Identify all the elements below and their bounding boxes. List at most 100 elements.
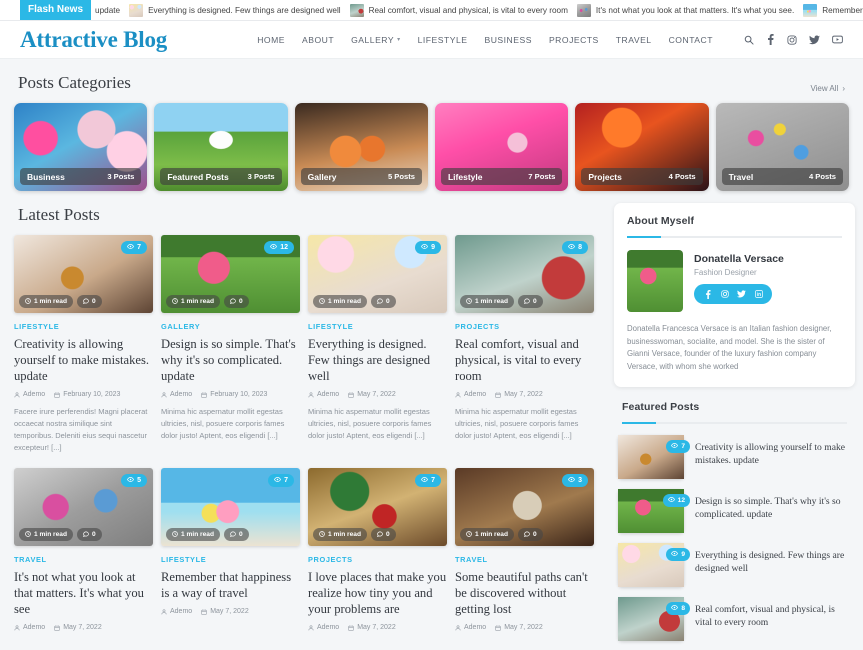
post-thumbnail[interactable]: 121 min read0 bbox=[161, 235, 300, 313]
nav-item-label: ABOUT bbox=[302, 35, 334, 45]
about-author-info: Donatella Versace Fashion Designer bbox=[694, 250, 784, 312]
post-title[interactable]: Design is so simple. That's why it's so … bbox=[161, 336, 300, 384]
nav-items: HOME ABOUT GALLERY▾ LIFESTYLE BUSINESS PROJEC… bbox=[257, 35, 713, 45]
category-card[interactable]: Gallery5 Posts bbox=[295, 103, 428, 191]
eye-icon bbox=[421, 476, 428, 485]
view-all-link[interactable]: View All › bbox=[810, 84, 845, 93]
post-card[interactable]: 121 min read0 GALLERY Design is so simple.… bbox=[161, 235, 300, 454]
featured-header: Featured Posts bbox=[618, 401, 851, 424]
facebook-icon[interactable] bbox=[699, 287, 716, 301]
post-thumbnail[interactable]: 31 min read0 bbox=[455, 468, 594, 546]
post-thumbnail[interactable]: 51 min read0 bbox=[14, 468, 153, 546]
author-name: Ademo bbox=[464, 391, 486, 398]
ticker-item-text: Everything is designed. Few things are d… bbox=[148, 6, 341, 15]
comment-icon bbox=[83, 531, 89, 539]
post-category-tag[interactable]: PROJECTS bbox=[308, 555, 447, 564]
ticker-item[interactable]: Remember that happiness is a way of trav… bbox=[803, 4, 863, 17]
post-meta: AdemoMay 7, 2022 bbox=[308, 391, 447, 398]
flash-news-label: Flash News bbox=[20, 0, 91, 20]
nav-item-label: TRAVEL bbox=[616, 35, 652, 45]
post-title[interactable]: Some beautiful paths can't be discovered… bbox=[455, 569, 594, 617]
nav-item-label: LIFESTYLE bbox=[418, 35, 468, 45]
instagram-icon[interactable] bbox=[787, 35, 797, 45]
post-category-tag[interactable]: LIFESTYLE bbox=[14, 322, 153, 331]
nav-item-lifestyle[interactable]: LIFESTYLE bbox=[418, 35, 468, 45]
post-category-tag[interactable]: LIFESTYLE bbox=[161, 555, 300, 564]
featured-post-item[interactable]: 7Creativity is allowing yourself to make… bbox=[618, 435, 851, 479]
comment-icon bbox=[377, 531, 383, 539]
ticker-thumbnail bbox=[803, 4, 817, 17]
post-excerpt: Minima hic aspernatur mollit egestas ult… bbox=[161, 406, 300, 442]
eye-icon bbox=[421, 243, 428, 252]
facebook-icon[interactable] bbox=[766, 34, 775, 45]
featured-post-item[interactable]: 9Everything is designed. Few things are … bbox=[618, 543, 851, 587]
post-thumbnail[interactable]: 71 min read0 bbox=[161, 468, 300, 546]
nav-item-projects[interactable]: PROJECTS bbox=[549, 35, 599, 45]
read-time: 1 min read bbox=[475, 531, 508, 538]
post-card[interactable]: 71 min read0 LIFESTYLE Remember that happi… bbox=[161, 468, 300, 631]
post-thumbnail[interactable]: 71 min read0 bbox=[308, 468, 447, 546]
post-title[interactable]: It's not what you look at that matters. … bbox=[14, 569, 153, 617]
post-category-tag[interactable]: PROJECTS bbox=[455, 322, 594, 331]
ticker-item[interactable]: update bbox=[95, 6, 120, 15]
nav-item-home[interactable]: HOME bbox=[257, 35, 285, 45]
post-card[interactable]: 51 min read0 TRAVEL It's not what you look… bbox=[14, 468, 153, 631]
clock-icon bbox=[319, 298, 325, 306]
featured-post-item[interactable]: 8Real comfort, visual and physical, is v… bbox=[618, 597, 851, 641]
nav-item-travel[interactable]: TRAVEL bbox=[616, 35, 652, 45]
ticker-thumbnail bbox=[577, 4, 591, 17]
nav-item-contact[interactable]: CONTACT bbox=[669, 35, 713, 45]
nav-item-about[interactable]: ABOUT bbox=[302, 35, 334, 45]
post-date: May 7, 2022 bbox=[348, 624, 396, 631]
read-time: 1 min read bbox=[34, 531, 67, 538]
search-icon[interactable] bbox=[744, 35, 754, 45]
nav-item-gallery[interactable]: GALLERY▾ bbox=[351, 35, 401, 45]
twitter-icon[interactable] bbox=[809, 35, 820, 45]
post-card[interactable]: 71 min read0 PROJECTS I love places that m… bbox=[308, 468, 447, 631]
post-title[interactable]: Real comfort, visual and physical, is vi… bbox=[455, 336, 594, 384]
category-card[interactable]: Travel4 Posts bbox=[716, 103, 849, 191]
post-thumbnail[interactable]: 91 min read0 bbox=[308, 235, 447, 313]
post-title[interactable]: Creativity is allowing yourself to make … bbox=[14, 336, 153, 384]
featured-post-item[interactable]: 12Design is so simple. That's why it's s… bbox=[618, 489, 851, 533]
post-title[interactable]: Remember that happiness is a way of trav… bbox=[161, 569, 300, 601]
featured-thumbnail: 12 bbox=[618, 489, 684, 533]
comment-icon bbox=[524, 531, 530, 539]
nav-item-business[interactable]: BUSINESS bbox=[484, 35, 531, 45]
youtube-icon[interactable] bbox=[832, 35, 843, 44]
category-card[interactable]: Featured Posts3 Posts bbox=[154, 103, 287, 191]
featured-post-title: Creativity is allowing yourself to make … bbox=[695, 435, 851, 467]
post-category-tag[interactable]: TRAVEL bbox=[14, 555, 153, 564]
instagram-icon[interactable] bbox=[716, 287, 733, 301]
eye-icon bbox=[127, 243, 134, 252]
post-author: Ademo bbox=[161, 608, 192, 615]
featured-posts-widget: Featured Posts 7Creativity is allowing y… bbox=[614, 401, 855, 641]
view-count-badge: 9 bbox=[415, 241, 441, 254]
post-category-tag[interactable]: TRAVEL bbox=[455, 555, 594, 564]
ticker-item[interactable]: Everything is designed. Few things are d… bbox=[129, 4, 341, 17]
category-card[interactable]: Projects4 Posts bbox=[575, 103, 708, 191]
post-category-tag[interactable]: GALLERY bbox=[161, 322, 300, 331]
post-card[interactable]: 71 min read0 LIFESTYLE Creativity is allow… bbox=[14, 235, 153, 454]
ticker-item-text: Real comfort, visual and physical, is vi… bbox=[369, 6, 568, 15]
ticker-item[interactable]: It's not what you look at that matters. … bbox=[577, 4, 794, 17]
post-card[interactable]: 91 min read0 LIFESTYLE Everything is desig… bbox=[308, 235, 447, 454]
post-author: Ademo bbox=[14, 624, 45, 631]
category-name: Projects bbox=[588, 172, 622, 182]
twitter-icon[interactable] bbox=[733, 287, 750, 301]
post-card[interactable]: 81 min read0 PROJECTS Real comfort, visual… bbox=[455, 235, 594, 454]
site-logo[interactable]: Attractive Blog bbox=[20, 27, 167, 53]
post-card[interactable]: 31 min read0 TRAVEL Some beautiful paths c… bbox=[455, 468, 594, 631]
category-card[interactable]: Lifestyle7 Posts bbox=[435, 103, 568, 191]
ticker-item[interactable]: Real comfort, visual and physical, is vi… bbox=[350, 4, 568, 17]
view-count: 8 bbox=[681, 605, 685, 612]
category-card[interactable]: Business3 Posts bbox=[14, 103, 147, 191]
post-category-tag[interactable]: LIFESTYLE bbox=[308, 322, 447, 331]
post-thumbnail[interactable]: 71 min read0 bbox=[14, 235, 153, 313]
linkedin-icon[interactable] bbox=[750, 287, 767, 301]
post-title[interactable]: I love places that make you realize how … bbox=[308, 569, 447, 617]
eye-icon bbox=[568, 243, 575, 252]
post-title[interactable]: Everything is designed. Few things are d… bbox=[308, 336, 447, 384]
post-thumbnail[interactable]: 81 min read0 bbox=[455, 235, 594, 313]
latest-posts-row-1: 71 min read0 LIFESTYLE Creativity is allow… bbox=[14, 235, 600, 454]
